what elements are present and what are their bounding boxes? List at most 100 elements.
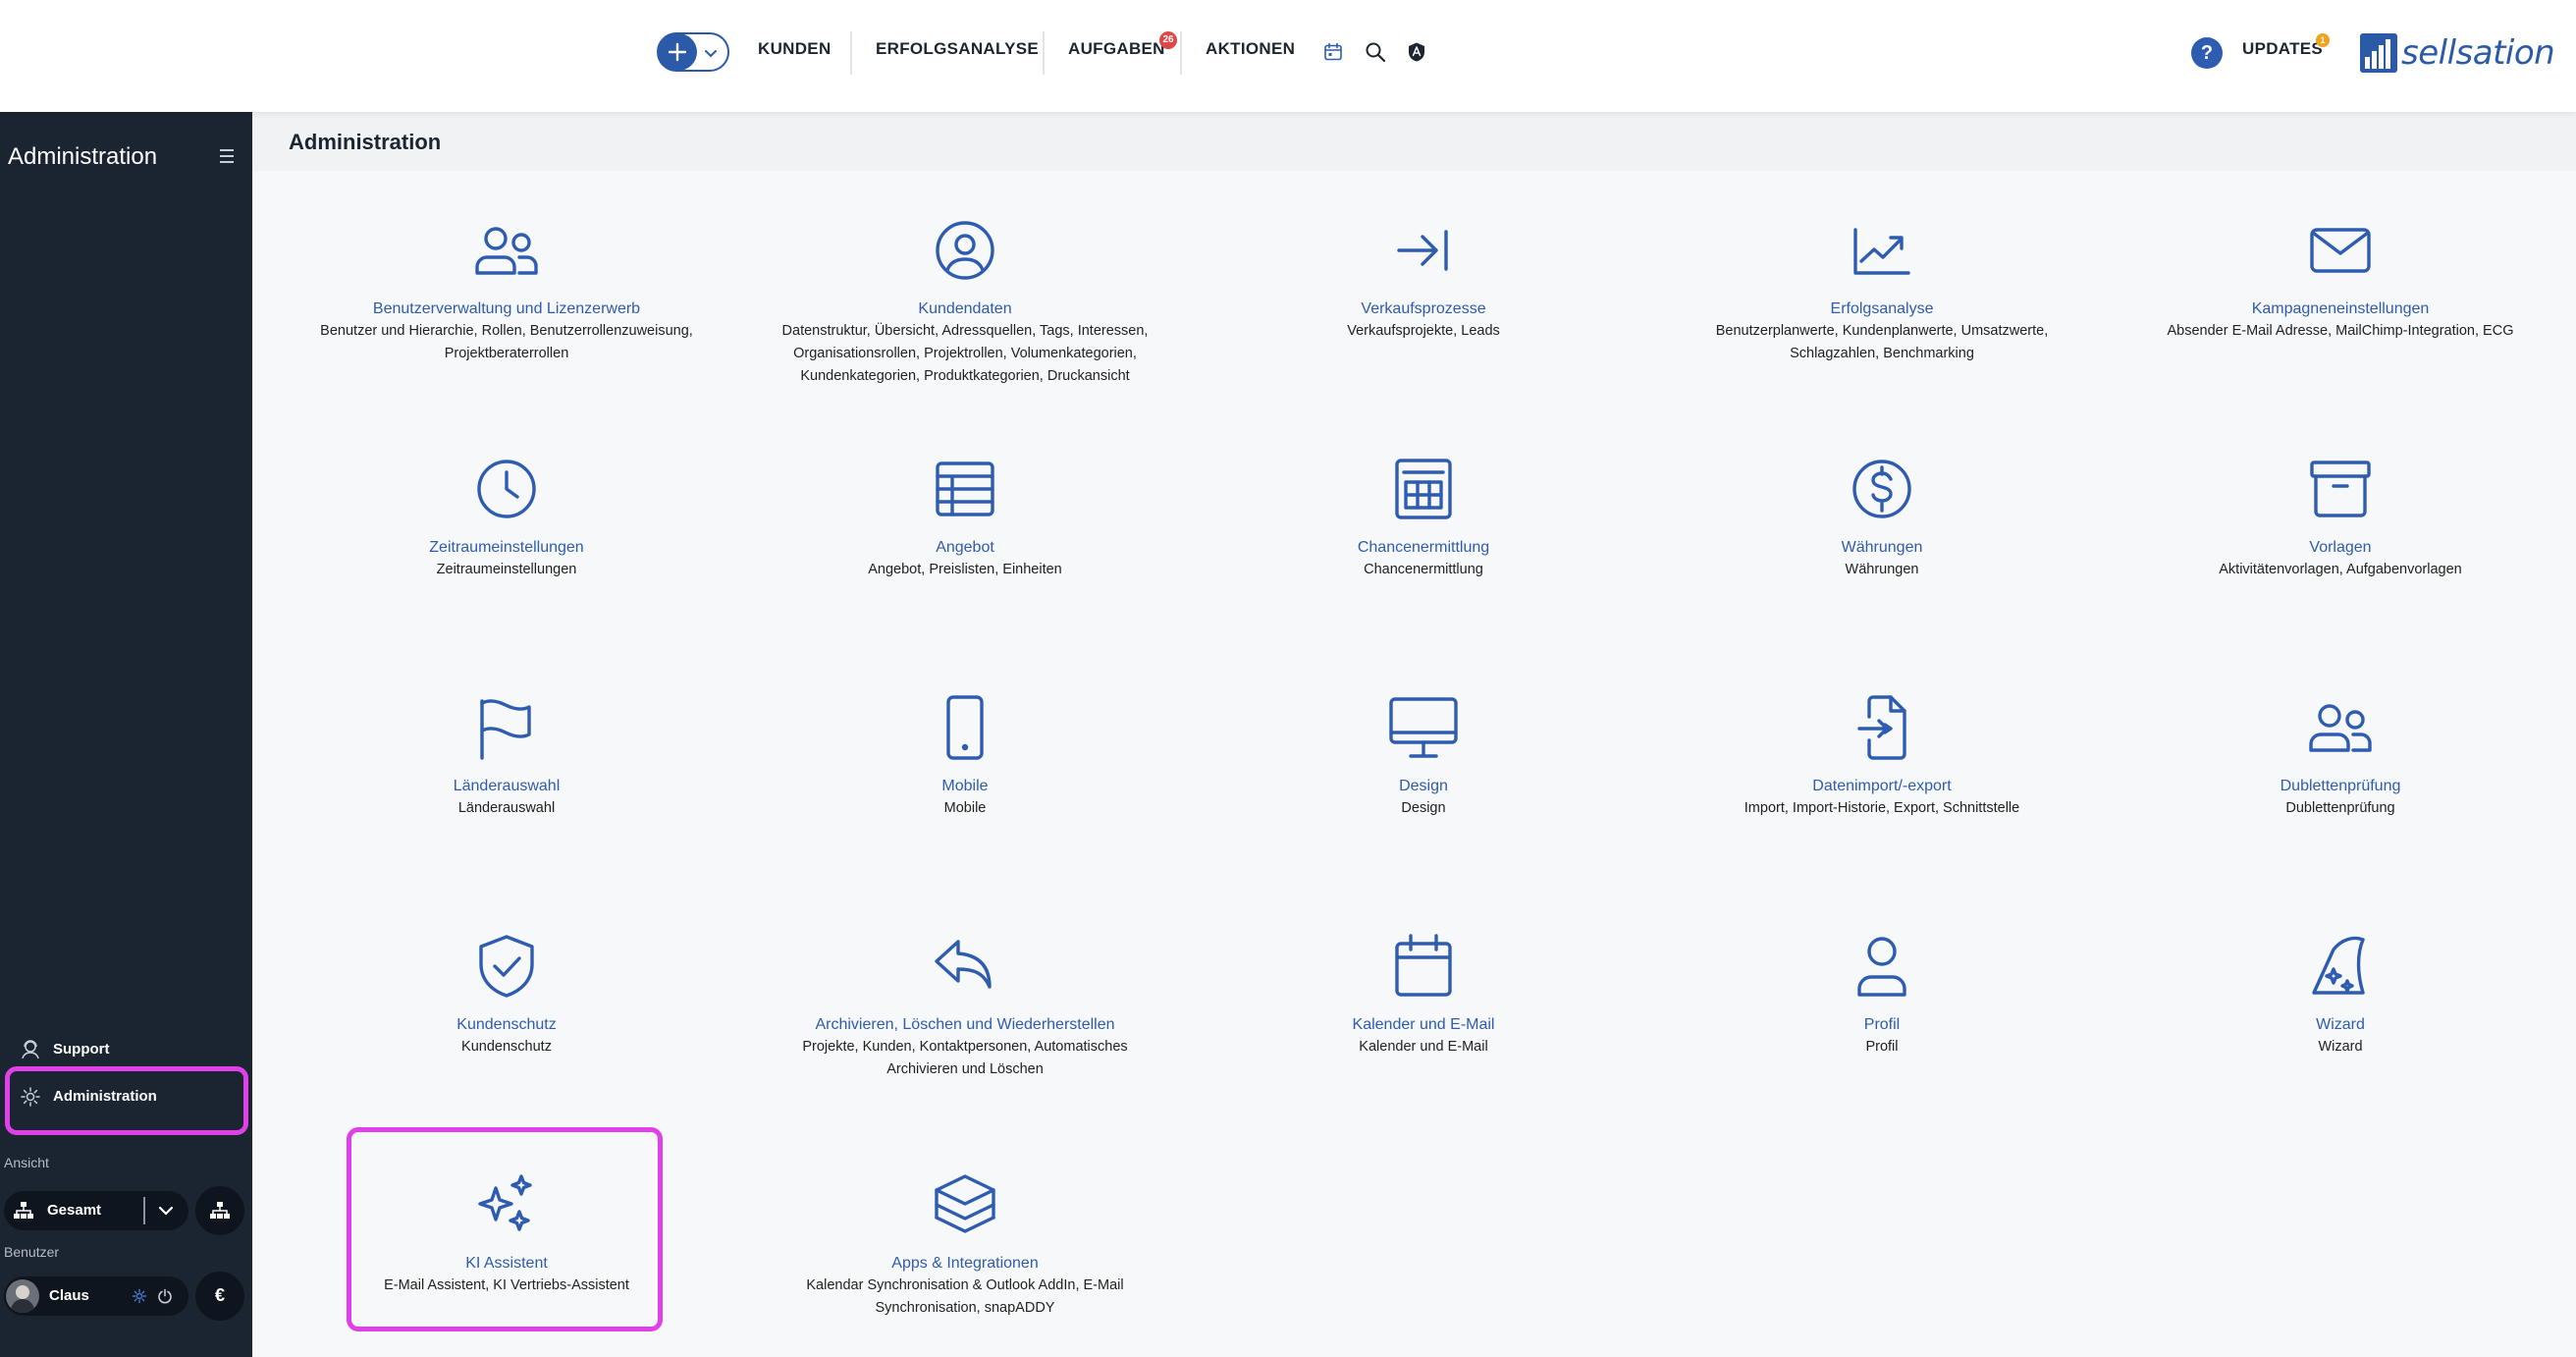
tile-title: Kampagneneinstellungen bbox=[2251, 300, 2430, 317]
shield-icon[interactable] bbox=[1407, 41, 1426, 63]
tile-title: Datenimport/-export bbox=[1812, 778, 1952, 794]
support-icon bbox=[22, 1040, 39, 1059]
sidebar-title: Administration bbox=[8, 143, 158, 170]
tile-profil[interactable]: Profil Profil bbox=[1671, 930, 2093, 1058]
tasks-badge: 26 bbox=[1159, 31, 1177, 49]
settings-icon[interactable] bbox=[132, 1288, 147, 1304]
tile-title: Kundendaten bbox=[918, 300, 1012, 317]
tile-title: Benutzerverwaltung und Lizenzerwerb bbox=[372, 300, 641, 317]
table-icon bbox=[936, 461, 994, 516]
page-title: Administration bbox=[289, 130, 442, 154]
tile-design[interactable]: Design Design bbox=[1212, 691, 1635, 820]
calendar-icon bbox=[1395, 934, 1452, 997]
tile-waehrungen[interactable]: Währungen Währungen bbox=[1671, 453, 2093, 581]
main-header bbox=[252, 112, 2576, 171]
tile-benutzerverwaltung[interactable]: Benutzerverwaltung und Lizenzerwerb Benu… bbox=[295, 214, 718, 365]
view-value: Gesamt bbox=[47, 1202, 102, 1219]
chevron-down-icon[interactable] bbox=[703, 46, 719, 62]
nav-aufgaben[interactable]: AUFGABEN bbox=[1068, 39, 1165, 59]
view-selector[interactable]: Gesamt bbox=[4, 1191, 188, 1230]
calendar-icon[interactable] bbox=[1323, 42, 1343, 62]
sellsation-logo-icon bbox=[2360, 33, 2397, 73]
sidebar: Administration Support Administration An… bbox=[0, 112, 252, 1357]
tile-title: Länderauswahl bbox=[453, 778, 561, 794]
hierarchy-icon bbox=[210, 1202, 230, 1219]
tile-mobile[interactable]: Mobile Mobile bbox=[754, 691, 1176, 820]
help-icon[interactable]: ? bbox=[2191, 37, 2223, 69]
tile-angebot[interactable]: Angebot Angebot, Preislisten, Einheiten bbox=[754, 453, 1176, 581]
tile-chancenermittlung[interactable]: Chancenermittlung Chancenermittlung bbox=[1212, 453, 1635, 581]
chart-line-icon bbox=[1853, 228, 1910, 275]
users-icon bbox=[475, 227, 538, 275]
tile-verkaufsprozesse[interactable]: Verkaufsprozesse Verkaufsprojekte, Leads bbox=[1212, 214, 1635, 343]
sidebar-item-label: Support bbox=[53, 1041, 110, 1058]
tile-title: Chancenermittlung bbox=[1357, 539, 1490, 556]
updates-link[interactable]: UPDATES bbox=[2242, 39, 2323, 59]
layers-icon bbox=[935, 1174, 995, 1233]
tile-description: Chancenermittlung bbox=[1364, 562, 1483, 577]
tile-description: Kalendar Synchronisation & Outlook AddIn… bbox=[806, 1277, 1124, 1316]
nav-separator bbox=[1180, 31, 1182, 75]
tile-dublettenpruefung[interactable]: Dublettenprüfung Dublettenprüfung bbox=[2129, 691, 2551, 820]
tile-kalender-email[interactable]: Kalender und E-Mail Kalender und E-Mail bbox=[1212, 930, 1635, 1058]
flag-icon bbox=[480, 699, 531, 760]
tile-kundendaten[interactable]: Kundendaten Datenstruktur, Übersicht, Ad… bbox=[754, 214, 1176, 388]
tile-title: Erfolgsanalyse bbox=[1830, 300, 1934, 317]
nav-kunden[interactable]: KUNDEN bbox=[758, 39, 832, 59]
menu-icon[interactable] bbox=[220, 149, 234, 167]
tile-description: Datenstruktur, Übersicht, Adressquellen,… bbox=[781, 323, 1149, 384]
tile-wizard[interactable]: Wizard Wizard bbox=[2129, 930, 2551, 1058]
currency-button[interactable]: € bbox=[195, 1272, 244, 1321]
tile-vorlagen[interactable]: Vorlagen Aktivitätenvorlagen, Aufgabenvo… bbox=[2129, 453, 2551, 581]
nav-erfolgsanalyse[interactable]: ERFOLGSANALYSE bbox=[876, 39, 1039, 59]
euro-icon: € bbox=[214, 1285, 225, 1305]
tile-title: Design bbox=[1399, 778, 1448, 794]
tile-title: Mobile bbox=[941, 778, 989, 794]
tile-ki-assistent[interactable]: KI Assistent E-Mail Assistent, KI Vertri… bbox=[295, 1168, 718, 1297]
arrow-to-line-icon bbox=[1397, 230, 1448, 271]
avatar bbox=[6, 1279, 39, 1313]
tile-description: Mobile bbox=[943, 800, 987, 816]
tile-kampagneneinstellungen[interactable]: Kampagneneinstellungen Absender E-Mail A… bbox=[2129, 214, 2551, 343]
org-chart-button[interactable] bbox=[195, 1186, 244, 1235]
tile-archivieren[interactable]: Archivieren, Löschen und Wiederherstelle… bbox=[754, 930, 1176, 1081]
tile-title: Vorlagen bbox=[2309, 539, 2372, 556]
tile-title: Archivieren, Löschen und Wiederherstelle… bbox=[815, 1016, 1115, 1033]
tile-description: Profil bbox=[1865, 1039, 1899, 1055]
user-icon bbox=[1857, 937, 1906, 997]
user-selector[interactable]: Claus bbox=[4, 1276, 188, 1316]
brand-name[interactable]: sellsation bbox=[2401, 33, 2555, 73]
archive-box-icon bbox=[2310, 461, 2371, 517]
tile-description: Angebot, Preislisten, Einheiten bbox=[868, 562, 1062, 577]
plus-icon[interactable] bbox=[658, 33, 697, 71]
tile-description: Zeitraumeinstellungen bbox=[436, 562, 577, 577]
tile-title: Kundenschutz bbox=[456, 1016, 557, 1033]
shield-check-icon bbox=[479, 935, 534, 998]
tile-laenderauswahl[interactable]: Länderauswahl Länderauswahl bbox=[295, 691, 718, 820]
tile-title: Profil bbox=[1863, 1016, 1901, 1033]
tile-description: E-Mail Assistent, KI Vertriebs-Assistent bbox=[384, 1277, 629, 1293]
tile-datenimport[interactable]: Datenimport/-export Import, Import-Histo… bbox=[1671, 691, 2093, 820]
clock-icon bbox=[477, 460, 536, 518]
tile-apps-integrationen[interactable]: Apps & Integrationen Kalendar Synchronis… bbox=[754, 1168, 1176, 1320]
sidebar-item-label: Administration bbox=[53, 1088, 157, 1105]
power-icon[interactable] bbox=[157, 1288, 173, 1304]
nav-aktionen[interactable]: AKTIONEN bbox=[1206, 39, 1295, 59]
tile-description: Benutzer und Hierarchie, Rollen, Benutze… bbox=[320, 323, 693, 361]
tile-title: Kalender und E-Mail bbox=[1352, 1016, 1495, 1033]
tile-title: KI Assistent bbox=[465, 1255, 548, 1272]
tile-title: Währungen bbox=[1841, 539, 1923, 556]
tile-erfolgsanalyse[interactable]: Erfolgsanalyse Benutzerplanwerte, Kunden… bbox=[1671, 214, 2093, 365]
tile-title: Dublettenprüfung bbox=[2280, 778, 2401, 794]
tile-kundenschutz[interactable]: Kundenschutz Kundenschutz bbox=[295, 930, 718, 1058]
nav-separator bbox=[1043, 31, 1045, 75]
tile-description: Länderauswahl bbox=[457, 800, 556, 816]
tile-zeitraumeinstellungen[interactable]: Zeitraumeinstellungen Zeitraumeinstellun… bbox=[295, 453, 718, 581]
user-name: Claus bbox=[49, 1287, 89, 1304]
tile-description: Aktivitätenvorlagen, Aufgabenvorlagen bbox=[2219, 562, 2462, 577]
tile-title: Verkaufsprozesse bbox=[1361, 300, 1486, 317]
tile-description: Projekte, Kunden, Kontaktpersonen, Autom… bbox=[802, 1039, 1128, 1077]
quick-add-toggle[interactable] bbox=[657, 32, 729, 72]
chevron-down-icon[interactable] bbox=[157, 1203, 175, 1219]
search-icon[interactable] bbox=[1365, 41, 1386, 63]
